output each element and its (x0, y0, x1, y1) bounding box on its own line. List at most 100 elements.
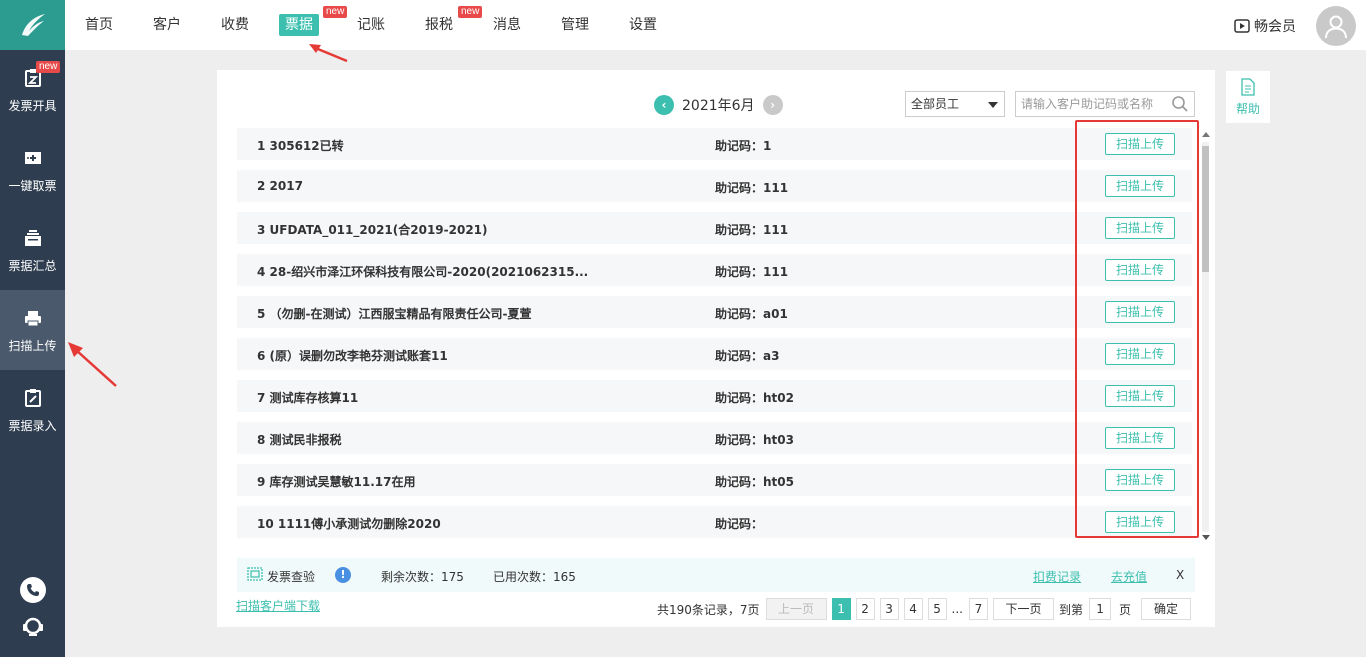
sidebar-item-label: 票据录入 (8, 418, 57, 433)
sidebar-item-one-click-fetch[interactable]: 一键取票 (0, 130, 65, 210)
sidebar-item-label: 一键取票 (8, 178, 57, 193)
customer-service-icon[interactable] (20, 613, 46, 639)
scan-upload-button[interactable]: 扫描上传 (1105, 301, 1175, 323)
nav-manage[interactable]: 管理 (555, 14, 595, 36)
info-icon[interactable]: ! (335, 567, 351, 583)
page-2-button[interactable]: 2 (855, 598, 875, 620)
scroll-up-arrow[interactable] (1202, 132, 1210, 137)
page-3-button[interactable]: 3 (879, 598, 899, 620)
deduct-record-link[interactable]: 扣费记录 (1033, 568, 1081, 585)
table-row: 7 测试库存核算11 助记码：ht02 扫描上传 (237, 380, 1192, 412)
scan-upload-button[interactable]: 扫描上传 (1105, 511, 1175, 533)
table-row: 4 28-绍兴市泽江环保科技有限公司-2020(2021062315... 助记码… (237, 254, 1192, 286)
customer-code: 助记码：1 (715, 139, 772, 153)
search-input[interactable] (1016, 92, 1166, 116)
nav-home[interactable]: 首页 (79, 14, 119, 36)
next-month-button[interactable]: › (762, 95, 783, 115)
nav-bookkeeping[interactable]: 记账 (351, 14, 391, 36)
nav-messages[interactable]: 消息 (487, 14, 527, 36)
avatar[interactable] (1316, 6, 1356, 46)
customer-name: 2 2017 (257, 179, 303, 193)
help-button[interactable]: 帮助 (1226, 71, 1270, 123)
page-5-button[interactable]: 5 (927, 598, 947, 620)
invoice-verify-bar: 发票查验 ! 剩余次数：175 已用次数：165 扣费记录 去充值 X (237, 558, 1195, 592)
table-row: 2 2017 助记码：111 扫描上传 (237, 170, 1192, 202)
customer-code: 助记码：111 (715, 265, 789, 279)
table-row: 1 305612已转 助记码：1 扫描上传 (237, 128, 1192, 160)
nav-fees[interactable]: 收费 (215, 14, 255, 36)
sidebar-item-label: 票据汇总 (8, 258, 57, 273)
scan-client-download-link[interactable]: 扫描客户端下载 (236, 597, 320, 614)
sidebar-bottom (0, 577, 65, 639)
summary-icon (22, 227, 44, 249)
nav-tax[interactable]: 报税 (419, 14, 459, 36)
user-icon (1325, 15, 1347, 39)
document-icon (1241, 77, 1255, 96)
sidebar-item-label: 发票开具 (8, 98, 57, 113)
customer-code: 助记码：a01 (715, 307, 788, 321)
logo-icon (21, 14, 45, 36)
scan-upload-button[interactable]: 扫描上传 (1105, 385, 1175, 407)
scan-upload-button[interactable]: 扫描上传 (1105, 217, 1175, 239)
entry-icon (22, 387, 44, 409)
scroll-down-arrow[interactable] (1202, 535, 1210, 540)
new-badge: new (458, 6, 483, 18)
sidebar-item-label: 扫描上传 (8, 338, 57, 353)
list-scrollbar[interactable] (1200, 130, 1210, 542)
customer-name: 6 (原）误删勿改李艳芬测试账套11 (257, 349, 448, 363)
customer-name: 7 测试库存核算11 (257, 391, 359, 405)
customer-code: 助记码：111 (715, 181, 789, 195)
customer-name: 8 测试民非报税 (257, 433, 342, 447)
customer-code: 助记码：ht03 (715, 433, 794, 447)
next-page-button[interactable]: 下一页 (993, 598, 1054, 620)
prev-month-button[interactable]: ‹ (654, 95, 674, 115)
member-link[interactable]: 畅会员 (1234, 16, 1296, 36)
customer-name: 5 （勿删-在测试）江西服宝精品有限责任公司-夏萱 (257, 307, 532, 321)
annotation-arrow (68, 342, 117, 387)
customer-code: 助记码：111 (715, 223, 789, 237)
scroll-thumb[interactable] (1202, 146, 1209, 272)
customer-code: 助记码：ht02 (715, 391, 794, 405)
nav-customer[interactable]: 客户 (147, 14, 187, 36)
scan-upload-panel: ‹ 2021年6月 › 全部员工 1 305612已转助记码：1扫描上传 2 2… (217, 70, 1215, 627)
pagination-total: 共190条记录，7页 (657, 602, 760, 617)
table-row: 8 测试民非报税 助记码：ht03 扫描上传 (237, 422, 1192, 454)
page-unit-label: 页 (1119, 602, 1132, 617)
scan-upload-button[interactable]: 扫描上传 (1105, 133, 1175, 155)
employee-select[interactable]: 全部员工 (905, 91, 1005, 117)
sidebar: new 发票开具 一键取票 票据汇总 扫描上传 票据录入 (0, 0, 65, 657)
search-icon[interactable] (1171, 95, 1189, 113)
scan-upload-button[interactable]: 扫描上传 (1105, 469, 1175, 491)
goto-label: 到第 (1059, 602, 1084, 617)
nav-bills[interactable]: 票据 (279, 14, 319, 36)
close-icon[interactable]: X (1176, 568, 1184, 582)
sidebar-item-summary[interactable]: 票据汇总 (0, 210, 65, 290)
customer-name: 3 UFDATA_011_2021(合2019-2021) (257, 223, 488, 237)
recharge-link[interactable]: 去充值 (1111, 568, 1147, 585)
sidebar-item-entry[interactable]: 票据录入 (0, 370, 65, 450)
page-1-button[interactable]: 1 (831, 598, 851, 620)
page-7-button[interactable]: 7 (969, 598, 988, 620)
table-row: 9 库存测试吴慧敏11.17在用 助记码：ht05 扫描上传 (237, 464, 1192, 496)
sidebar-item-invoice-issue[interactable]: new 发票开具 (0, 50, 65, 130)
invoice-verify-label: 发票查验 (267, 570, 316, 584)
help-label: 帮助 (1235, 101, 1260, 116)
scan-upload-button[interactable]: 扫描上传 (1105, 343, 1175, 365)
nav-settings[interactable]: 设置 (623, 14, 663, 36)
scan-upload-button[interactable]: 扫描上传 (1105, 175, 1175, 197)
used-count: 已用次数：165 (493, 570, 576, 584)
app-logo[interactable] (0, 0, 65, 50)
page-4-button[interactable]: 4 (903, 598, 923, 620)
goto-confirm-button[interactable]: 确定 (1141, 598, 1192, 620)
scan-upload-button[interactable]: 扫描上传 (1105, 259, 1175, 281)
phone-icon[interactable] (19, 577, 46, 603)
remaining-count: 剩余次数：175 (381, 570, 464, 584)
customer-code: 助记码：ht05 (715, 475, 794, 489)
new-badge: new (323, 6, 348, 18)
prev-page-button[interactable]: 上一页 (765, 598, 827, 620)
goto-page-input[interactable]: 1 (1089, 598, 1112, 620)
scan-upload-button[interactable]: 扫描上传 (1105, 427, 1175, 449)
sidebar-item-scan-upload[interactable]: 扫描上传 (0, 290, 65, 370)
chevron-down-icon (988, 102, 998, 108)
table-row: 5 （勿删-在测试）江西服宝精品有限责任公司-夏萱 助记码：a01 扫描上传 (237, 296, 1192, 328)
